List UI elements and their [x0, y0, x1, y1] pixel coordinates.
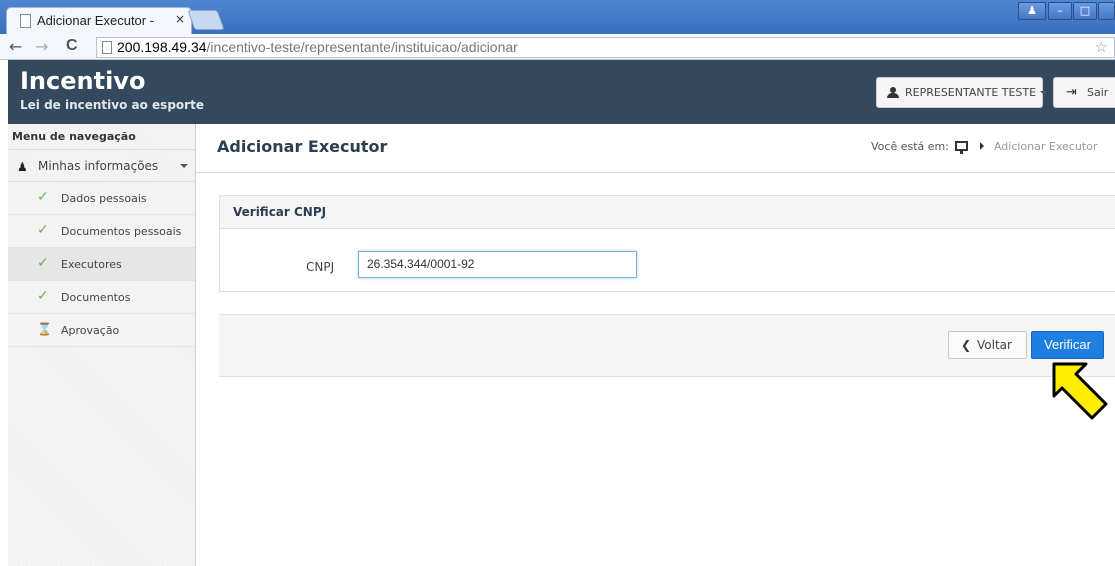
monitor-icon[interactable] — [954, 141, 968, 154]
new-tab-button[interactable] — [187, 10, 225, 30]
url-host: 200.198.49.34 — [117, 39, 207, 55]
caret-down-icon — [180, 164, 188, 168]
sidebar-item-aprovacao[interactable]: ⌛ Aprovação — [8, 314, 195, 347]
user-menu-button[interactable]: REPRESENTANTE TESTE — [876, 77, 1049, 108]
close-window-icon[interactable] — [1098, 2, 1115, 20]
sidebar-item-label: Documentos pessoais — [61, 225, 182, 238]
logout-button[interactable]: ⇥ Sair — [1053, 77, 1115, 108]
brand-subtitle: Lei de incentivo ao esporte — [20, 98, 204, 112]
verify-button[interactable]: Verificar — [1031, 331, 1104, 359]
person-icon: ♟ — [17, 160, 28, 174]
sidebar-item-label: Documentos — [61, 291, 131, 304]
breadcrumb-prefix: Você está em: — [871, 140, 949, 153]
sidebar-item-label: Executores — [61, 258, 122, 271]
breadcrumb-current: Adicionar Executor — [993, 140, 1098, 153]
sidebar-item-label: Dados pessoais — [61, 192, 147, 205]
sidebar-group-label: Minhas informações — [38, 159, 159, 173]
bookmark-star-icon[interactable]: ☆ — [1095, 38, 1108, 57]
sidebar-item-label: Aprovação — [61, 324, 120, 337]
sidebar-group-minhas-informacoes[interactable]: ♟ Minhas informações — [8, 150, 195, 182]
sidebar-item-documentos[interactable]: ✓ Documentos — [8, 281, 195, 314]
back-arrow-icon[interactable]: ← — [9, 37, 22, 56]
sidebar-item-executores[interactable]: ✓ Executores — [8, 248, 195, 281]
back-button-label: Voltar — [977, 338, 1012, 352]
caret-right-icon — [979, 142, 984, 150]
reload-icon[interactable]: C — [66, 37, 78, 55]
breadcrumb: Você está em: Adicionar Executor — [871, 140, 1098, 154]
user-profile-icon[interactable]: ♟ — [1018, 2, 1046, 20]
check-icon: ✓ — [37, 255, 49, 271]
verify-cnpj-panel: Verificar CNPJ CNPJ 26.354.344/0001-92 — [219, 195, 1115, 292]
caret-down-icon — [1040, 91, 1049, 95]
tab-close-icon[interactable]: × — [175, 12, 185, 26]
browser-tab-bar: Adicionar Executor - × ♟ – □ — [0, 0, 1115, 34]
minimize-icon[interactable]: – — [1048, 2, 1072, 20]
check-icon: ✓ — [37, 189, 49, 205]
sidebar-heading: Menu de navegação — [8, 124, 195, 150]
cnpj-input[interactable]: 26.354.344/0001-92 — [358, 251, 637, 278]
logout-icon: ⇥ — [1066, 85, 1077, 100]
tab-title: Adicionar Executor - — [37, 13, 155, 28]
maximize-icon[interactable]: □ — [1073, 2, 1097, 20]
hourglass-icon: ⌛ — [37, 322, 52, 336]
cnpj-label: CNPJ — [306, 260, 335, 274]
brand-title[interactable]: Incentivo — [20, 67, 145, 95]
back-button[interactable]: ❮ Voltar — [948, 331, 1027, 359]
panel-title: Verificar CNPJ — [220, 196, 1115, 229]
page-title: Adicionar Executor — [217, 137, 388, 156]
forward-arrow-icon[interactable]: → — [35, 37, 48, 56]
page-icon — [20, 14, 31, 28]
sidebar: Menu de navegação ♟ Minhas informações ✓… — [8, 124, 196, 566]
user-name: REPRESENTANTE TESTE — [905, 86, 1037, 99]
check-icon: ✓ — [37, 222, 49, 238]
sidebar-item-dados-pessoais[interactable]: ✓ Dados pessoais — [8, 182, 195, 215]
url-path: /incentivo-teste/representante/instituic… — [206, 39, 518, 55]
title-divider — [196, 172, 1115, 173]
form-actions: ❮ Voltar Verificar — [219, 314, 1115, 377]
chevron-left-icon: ❮ — [961, 338, 972, 352]
browser-toolbar: ← → C 200.198.49.34/incentivo-teste/repr… — [0, 34, 1115, 60]
app-header: Incentivo Lei de incentivo ao esporte RE… — [8, 60, 1115, 124]
browser-tab[interactable]: Adicionar Executor - × — [6, 7, 192, 34]
user-icon — [887, 87, 899, 98]
sidebar-item-documentos-pessoais[interactable]: ✓ Documentos pessoais — [8, 215, 195, 248]
logout-label: Sair — [1087, 86, 1109, 99]
annotation-arrow-icon — [1052, 362, 1108, 420]
check-icon: ✓ — [37, 288, 49, 304]
page-icon — [102, 41, 112, 54]
address-bar[interactable]: 200.198.49.34/incentivo-teste/representa… — [96, 37, 1115, 58]
